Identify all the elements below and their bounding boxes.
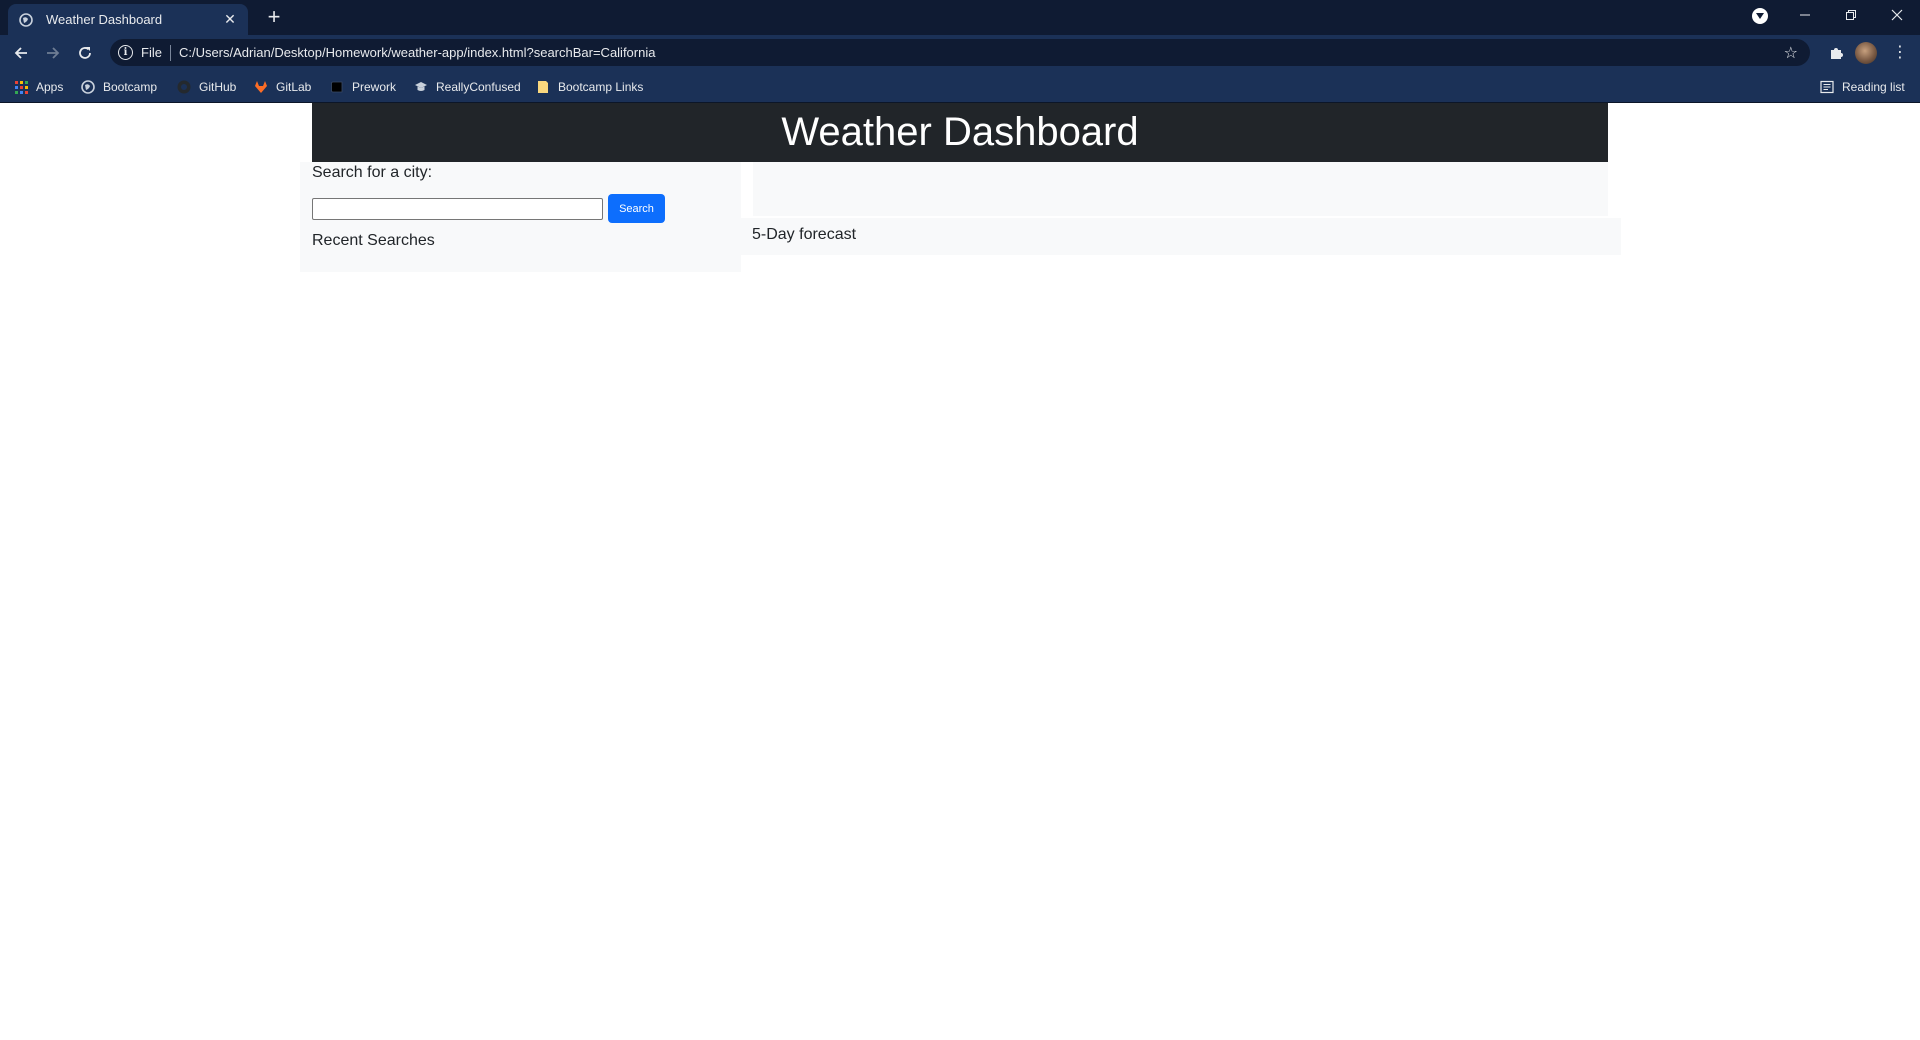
bookmark-bootcamp-links[interactable]: Bootcamp Links <box>536 77 643 97</box>
scheme-label: File <box>141 45 162 60</box>
bookmark-label: Prework <box>352 80 397 94</box>
reload-icon[interactable] <box>73 41 97 65</box>
restore-icon[interactable] <box>1828 0 1874 30</box>
bookmark-label: Apps <box>36 80 64 94</box>
recent-searches-heading: Recent Searches <box>312 232 435 249</box>
forecast-panel: 5-Day forecast <box>741 218 1621 255</box>
apps-grid-icon <box>14 80 28 94</box>
bookmark-label: Bootcamp <box>103 80 158 94</box>
search-sidebar: Search for a city: Search Recent Searche… <box>300 162 741 272</box>
bookmark-label: GitLab <box>276 80 312 94</box>
extensions-puzzle-icon[interactable] <box>1824 41 1848 65</box>
more-menu-icon[interactable]: ⋮ <box>1888 41 1912 65</box>
tab-title: Weather Dashboard <box>46 12 163 27</box>
city-search-input[interactable] <box>312 198 603 220</box>
profile-dropdown-icon[interactable] <box>1752 8 1768 24</box>
bookmark-label: ReallyConfused <box>436 80 521 94</box>
reading-list-icon <box>1820 80 1834 94</box>
site-info-icon[interactable]: i <box>118 45 133 60</box>
graduation-cap-icon <box>414 80 428 94</box>
folder-icon <box>536 80 550 94</box>
bookmark-bootcamp[interactable]: Bootcamp <box>81 77 157 97</box>
globe-icon <box>18 12 34 28</box>
close-icon[interactable] <box>1874 0 1920 30</box>
bookmark-reallyconfused[interactable]: ReallyConfused <box>414 77 521 97</box>
page-title: Weather Dashboard <box>781 110 1139 154</box>
bookmark-label: Bootcamp Links <box>558 80 644 94</box>
book-icon <box>330 80 344 94</box>
gitlab-icon <box>254 80 268 94</box>
search-label: Search for a city: <box>312 164 433 181</box>
bookmark-gitlab[interactable]: GitLab <box>254 77 311 97</box>
browser-tab-active[interactable]: Weather Dashboard ✕ <box>8 4 248 35</box>
page-content: Weather Dashboard Search for a city: Sea… <box>0 103 1920 1040</box>
search-button[interactable]: Search <box>608 194 665 223</box>
globe-icon <box>81 80 95 94</box>
forward-arrow-icon[interactable] <box>41 41 65 65</box>
bookmark-apps[interactable]: Apps <box>14 77 63 97</box>
bookmark-star-icon[interactable]: ☆ <box>1784 43 1798 63</box>
forecast-heading: 5-Day forecast <box>752 226 857 243</box>
browser-titlebar: Weather Dashboard ✕ + <box>0 0 1920 35</box>
current-weather-panel <box>753 162 1608 216</box>
bookmark-label: GitHub <box>199 80 237 94</box>
profile-avatar[interactable] <box>1855 42 1877 64</box>
bookmark-github[interactable]: GitHub <box>177 77 236 97</box>
url-text[interactable]: C:/Users/Adrian/Desktop/Homework/weather… <box>179 45 656 60</box>
github-icon <box>177 80 191 94</box>
tab-close-icon[interactable]: ✕ <box>222 11 238 28</box>
reading-list[interactable]: Reading list <box>1820 77 1905 97</box>
new-tab-button[interactable]: + <box>262 6 286 30</box>
browser-toolbar: i File C:/Users/Adrian/Desktop/Homework/… <box>0 35 1920 70</box>
page-header: Weather Dashboard <box>312 103 1608 162</box>
omnibox-divider <box>169 44 171 61</box>
minimize-icon[interactable] <box>1782 0 1828 30</box>
back-arrow-icon[interactable] <box>9 41 33 65</box>
bookmarks-bar: Apps Bootcamp GitHub GitLab Prework Real… <box>0 70 1920 103</box>
reading-list-label: Reading list <box>1842 80 1905 94</box>
address-bar[interactable]: i File C:/Users/Adrian/Desktop/Homework/… <box>110 39 1810 66</box>
bookmark-prework[interactable]: Prework <box>330 77 396 97</box>
